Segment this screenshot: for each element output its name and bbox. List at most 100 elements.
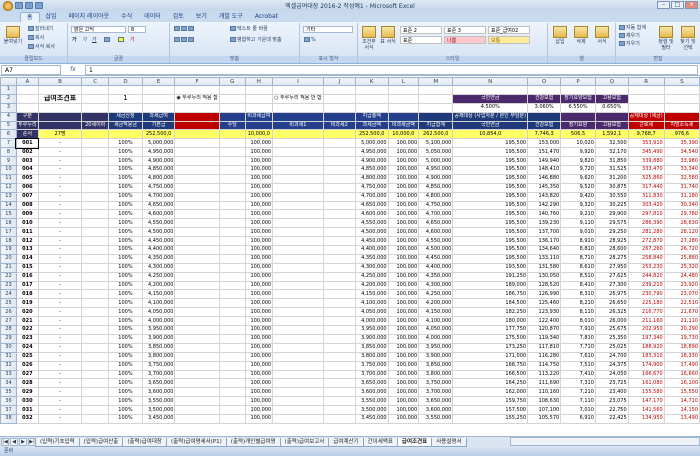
data-cell[interactable]: 005 xyxy=(15,173,39,184)
column-header[interactable]: A xyxy=(15,77,39,86)
data-cell[interactable]: 195,500 xyxy=(452,182,529,193)
column-header[interactable]: Q xyxy=(594,77,629,86)
data-cell[interactable] xyxy=(174,191,220,202)
data-cell[interactable]: 34,540 xyxy=(663,147,700,158)
data-cell[interactable]: 4,900,000 xyxy=(141,156,176,167)
data-cell[interactable]: 3,600,000 xyxy=(354,387,389,398)
data-cell[interactable] xyxy=(322,191,356,202)
column-header[interactable]: K xyxy=(354,77,389,86)
data-cell[interactable]: - xyxy=(37,227,83,238)
column-header[interactable]: C xyxy=(81,77,110,86)
data-cell[interactable]: 9,010 xyxy=(560,227,596,238)
data-cell[interactable] xyxy=(218,138,246,149)
data-cell[interactable]: 4,750,000 xyxy=(418,200,454,211)
data-cell[interactable] xyxy=(218,307,246,318)
data-cell[interactable] xyxy=(218,405,246,415)
header-cell[interactable]: 장기요양 xyxy=(560,120,596,131)
header-cell[interactable] xyxy=(37,111,83,122)
data-cell[interactable] xyxy=(272,289,324,300)
sheet-tab[interactable]: (출력)개인별급여명 xyxy=(225,437,281,447)
data-cell[interactable]: 8,410 xyxy=(560,280,596,291)
row-header[interactable]: 14 xyxy=(0,200,17,211)
data-cell[interactable]: 100% xyxy=(108,182,143,193)
row-header[interactable]: 2 xyxy=(0,93,17,104)
data-cell[interactable] xyxy=(272,227,324,238)
data-cell[interactable] xyxy=(272,156,324,167)
data-cell[interactable]: 166,500 xyxy=(452,369,529,380)
column-header[interactable]: L xyxy=(387,77,420,86)
data-cell[interactable]: 4,550,000 xyxy=(418,236,454,247)
cell[interactable] xyxy=(527,85,562,95)
header-cell[interactable]: 7,746,3 xyxy=(527,129,562,140)
data-cell[interactable] xyxy=(174,271,220,282)
data-cell[interactable]: 325,860 xyxy=(627,173,665,184)
worksheet-grid[interactable]: A B C D E F G H I J K L M N O P Q R S 1 2 급여조견표 1 ◉ 두루누리 적용 함 ○ … xyxy=(0,77,700,436)
data-cell[interactable] xyxy=(174,413,220,424)
border-button[interactable] xyxy=(104,37,111,43)
data-cell[interactable]: 28,925 xyxy=(594,236,629,247)
data-cell[interactable]: 23,920 xyxy=(663,280,700,291)
header-cell[interactable] xyxy=(218,129,246,140)
data-cell[interactable]: 195,500 xyxy=(452,191,529,202)
style-cell[interactable]: 나쁨 xyxy=(444,36,486,44)
data-cell[interactable]: 4,250,000 xyxy=(354,271,389,282)
data-cell[interactable] xyxy=(218,289,246,300)
cell[interactable] xyxy=(15,102,39,113)
data-cell[interactable]: 111,690 xyxy=(527,378,562,389)
header-cell[interactable] xyxy=(418,111,454,122)
rate-value[interactable]: 0.650% xyxy=(594,102,629,113)
data-cell[interactable]: 8,110 xyxy=(560,307,596,318)
data-cell[interactable] xyxy=(218,351,246,362)
data-cell[interactable] xyxy=(174,138,220,149)
data-cell[interactable] xyxy=(174,236,220,247)
data-cell[interactable] xyxy=(322,182,356,193)
data-cell[interactable]: 100,000 xyxy=(387,351,420,362)
data-cell[interactable]: 8,610 xyxy=(560,262,596,273)
row-header[interactable]: 11 xyxy=(0,173,17,184)
data-cell[interactable]: 333,470 xyxy=(627,165,665,175)
data-cell[interactable]: 28,120 xyxy=(663,227,700,238)
data-cell[interactable]: 4,450,000 xyxy=(141,236,176,247)
data-cell[interactable] xyxy=(322,289,356,300)
data-cell[interactable]: 14,150 xyxy=(663,405,700,415)
data-cell[interactable] xyxy=(81,289,110,300)
name-box[interactable]: A7 xyxy=(1,64,61,75)
data-cell[interactable]: 4,150,000 xyxy=(418,307,454,318)
data-cell[interactable]: 253,230 xyxy=(627,262,665,273)
data-cell[interactable]: 26,720 xyxy=(663,245,700,255)
data-cell[interactable]: - xyxy=(37,209,83,220)
cell[interactable] xyxy=(141,93,176,104)
data-cell[interactable]: 3,900,000 xyxy=(354,333,389,344)
data-cell[interactable]: 26,650 xyxy=(594,298,629,309)
data-cell[interactable]: 100,000 xyxy=(244,165,274,175)
data-cell[interactable]: 174,900 xyxy=(627,360,665,371)
data-cell[interactable] xyxy=(322,173,356,184)
data-cell[interactable]: 4,600,000 xyxy=(354,209,389,220)
header-cell[interactable]: 근로세 xyxy=(627,120,665,131)
header-cell[interactable] xyxy=(387,111,420,122)
data-cell[interactable]: 100,000 xyxy=(387,147,420,158)
row-header[interactable]: 25 xyxy=(0,298,17,309)
header-cell[interactable] xyxy=(272,129,324,140)
data-cell[interactable]: 3,600,000 xyxy=(418,405,454,415)
header-cell[interactable]: 세금산정 xyxy=(108,111,143,122)
data-cell[interactable]: 100,000 xyxy=(387,227,420,238)
font-color-button[interactable]: 가 xyxy=(130,37,135,43)
data-cell[interactable]: 9,620 xyxy=(560,173,596,184)
data-cell[interactable]: 100,000 xyxy=(387,262,420,273)
data-cell[interactable]: 18,890 xyxy=(663,342,700,353)
data-cell[interactable]: 7,210 xyxy=(560,387,596,398)
data-cell[interactable]: 4,800,000 xyxy=(141,173,176,184)
data-cell[interactable]: 159,750 xyxy=(452,396,529,407)
data-cell[interactable] xyxy=(174,245,220,255)
data-cell[interactable] xyxy=(218,236,246,247)
data-cell[interactable]: 3,900,000 xyxy=(141,333,176,344)
data-cell[interactable]: 4,050,000 xyxy=(141,307,176,318)
data-cell[interactable]: 002 xyxy=(15,147,39,158)
data-cell[interactable] xyxy=(322,138,356,149)
data-cell[interactable]: 120,870 xyxy=(527,325,562,335)
insert-button[interactable]: 삽입 xyxy=(551,26,569,45)
data-cell[interactable] xyxy=(272,378,324,389)
cell[interactable] xyxy=(387,85,420,95)
data-cell[interactable]: 4,850,000 xyxy=(141,165,176,175)
